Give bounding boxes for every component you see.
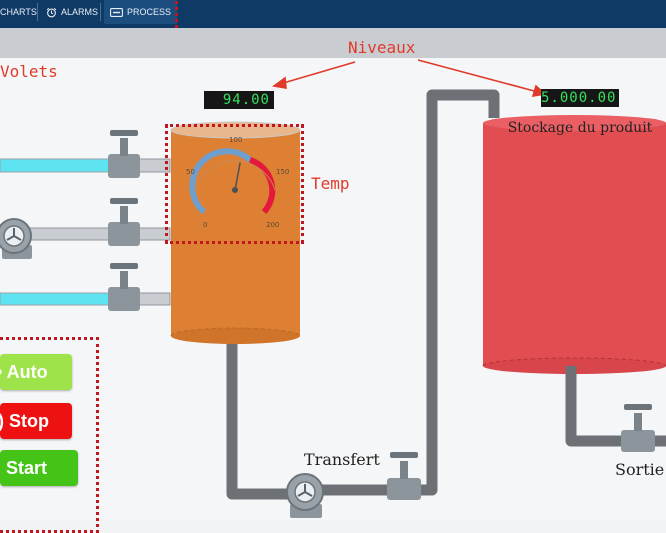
start-button[interactable]: Start xyxy=(0,450,78,486)
annotation-volets: Volets xyxy=(0,62,58,81)
pump-inlet-pipe xyxy=(29,227,113,241)
stop-button-label: Stop xyxy=(9,411,50,431)
annotation-temp: Temp xyxy=(311,174,350,193)
water-inlet-pipe-top xyxy=(0,158,113,173)
tank1-level-display: 94.00 xyxy=(204,91,274,109)
auto-button[interactable]: • Auto xyxy=(0,354,72,390)
stop-button[interactable]: ) Stop xyxy=(0,403,72,439)
transfer-label: Transfert xyxy=(304,450,380,469)
inlet-valve-3[interactable] xyxy=(108,263,140,311)
outlet-pipe xyxy=(565,366,666,447)
tank1-outlet-pipe xyxy=(226,344,290,500)
inlet-valve-1[interactable] xyxy=(108,130,140,178)
start-button-label: Start xyxy=(6,458,48,478)
outlet-label: Sortie xyxy=(615,460,665,479)
tank2-label: Stockage du produit xyxy=(507,120,653,136)
outlet-valve[interactable] xyxy=(621,404,655,452)
transfer-pipe xyxy=(318,89,500,496)
tank-2 xyxy=(482,115,666,374)
feed-pump[interactable] xyxy=(0,218,32,259)
temp-highlight-frame xyxy=(165,124,304,244)
water-inlet-pipe-bottom xyxy=(0,292,113,306)
annotation-niveaux: Niveaux xyxy=(348,38,416,57)
transfer-valve[interactable] xyxy=(387,452,421,500)
tank2-level-display: 5.000.00 xyxy=(541,89,619,107)
transfer-pump[interactable] xyxy=(286,473,324,518)
process-diagram: 0 50 100 150 200 xyxy=(0,59,666,518)
inlet-valve-2[interactable] xyxy=(108,198,140,246)
pipe-segment xyxy=(137,292,171,306)
auto-button-label: Auto xyxy=(6,362,48,382)
niveaux-arrows xyxy=(271,59,547,98)
